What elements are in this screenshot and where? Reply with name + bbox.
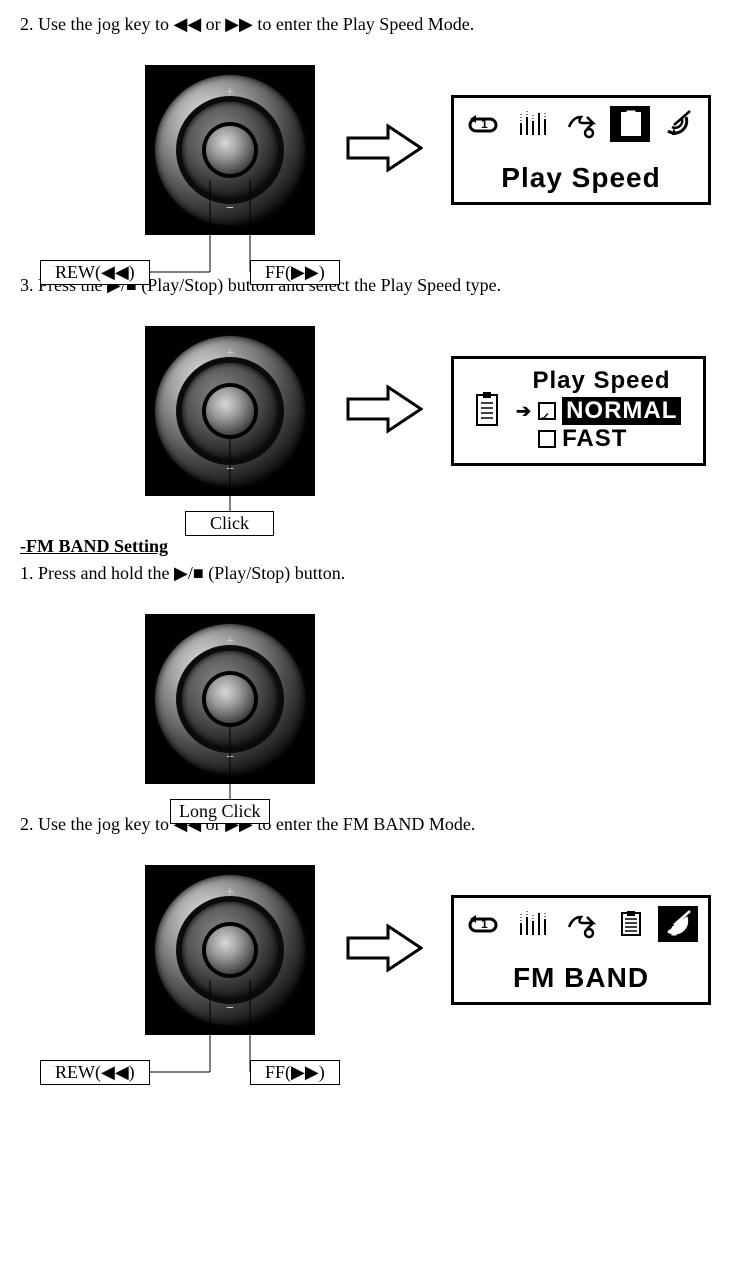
lcd-detail-title: Play Speed xyxy=(510,367,693,395)
lcd-fmband-menu: 1 FM BAND xyxy=(451,895,711,1005)
arrow-icon xyxy=(343,379,423,444)
arrow-icon xyxy=(343,918,423,983)
checkbox-checked-icon xyxy=(538,402,556,420)
equalizer-icon xyxy=(513,906,553,942)
svg-text:1: 1 xyxy=(481,917,488,931)
rew-label: REW(◀◀) xyxy=(40,1060,150,1085)
ff-label: FF(▶▶) xyxy=(250,1060,340,1085)
antenna-dish-icon xyxy=(658,106,698,142)
option-fast-label: FAST xyxy=(562,425,627,453)
option-normal-label: NORMAL xyxy=(562,397,681,425)
option-fast: ➔ FAST xyxy=(516,425,693,453)
figure-fmband-jog: +− ◀◀▶▶ REW(◀◀) FF(▶▶) 1 xyxy=(50,865,731,1035)
step-2-fmband: 2. Use the jog key to ◀◀ or ▶▶ to enter … xyxy=(20,814,731,835)
selected-arrow-icon: ➔ xyxy=(516,401,532,422)
click-label: Click xyxy=(185,511,274,536)
jog-dial: +− ◀◀▶▶ xyxy=(145,326,315,496)
figure-playspeed-click: +− ◀◀▶▶ Click Play Speed ➔ NORMAL xyxy=(145,326,731,496)
equalizer-icon xyxy=(513,106,553,142)
checkbox-empty-icon xyxy=(538,430,556,448)
antenna-dish-icon xyxy=(658,906,698,942)
step-3-playspeed: 3. Press the ▶/■ (Play/Stop) button and … xyxy=(20,275,731,296)
repeat-1-icon: 1 xyxy=(464,106,504,142)
clipboard-icon xyxy=(610,106,650,142)
clipboard-icon xyxy=(610,906,650,942)
lcd-playspeed-detail: Play Speed ➔ NORMAL ➔ FAST xyxy=(451,356,706,466)
clipboard-icon xyxy=(469,389,505,434)
step-2-playspeed: 2. Use the jog key to ◀◀ or ▶▶ to enter … xyxy=(20,14,731,35)
lcd-menu-title: FM BAND xyxy=(464,962,698,994)
svg-text:1: 1 xyxy=(481,117,488,131)
option-normal: ➔ NORMAL xyxy=(516,397,693,425)
arrow-icon xyxy=(343,118,423,183)
lcd-playspeed-menu: 1 Play Speed xyxy=(451,95,711,205)
lcd-menu-title: Play Speed xyxy=(464,162,698,194)
jog-dial: +− ◀◀▶▶ xyxy=(145,65,315,235)
jog-dial: +− ◀◀▶▶ xyxy=(145,614,315,784)
repeat-1-icon: 1 xyxy=(464,906,504,942)
figure-playspeed-jog: +− ◀◀▶▶ REW(◀◀) FF(▶▶) 1 xyxy=(50,65,731,235)
speed-icon xyxy=(561,106,601,142)
step-1-fmband: 1. Press and hold the ▶/■ (Play/Stop) bu… xyxy=(20,563,731,584)
speed-icon xyxy=(561,906,601,942)
fm-band-heading: -FM BAND Setting xyxy=(20,536,731,557)
jog-dial: +− ◀◀▶▶ xyxy=(145,865,315,1035)
figure-fmband-longclick: +− ◀◀▶▶ Long Click xyxy=(145,614,731,784)
